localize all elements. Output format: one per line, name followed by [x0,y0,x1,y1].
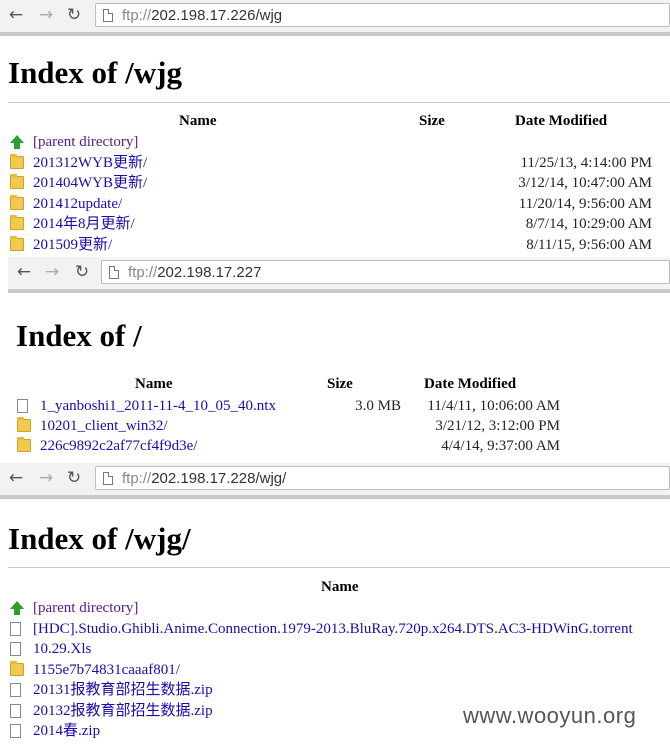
file-name-link[interactable]: 201312WYB更新/ [33,153,147,173]
file-icon [10,621,21,636]
up-arrow-icon [10,601,24,615]
page-icon [103,472,113,485]
file-name-link[interactable]: 226c9892c2af77cf4f9d3e/ [40,436,197,456]
file-icon [10,724,21,738]
browser-toolbar: ← → ↻ ftp://202.198.17.226/wjg [0,0,670,36]
date-modified: 8/7/14, 10:29:00 AM [525,216,652,232]
browser-window-2: ← → ↻ ftp://202.198.17.227 Index of / Na… [0,257,670,463]
column-header-date[interactable]: Date Modified [424,376,516,393]
address-protocol: ftp:// [122,7,152,24]
folder-icon [10,153,24,169]
list-item[interactable]: 2014年8月更新/8/7/14, 10:29:00 AM [10,214,660,234]
address-host: 202.198.17.226/wjg [151,7,283,24]
column-header-size[interactable]: Size [419,113,445,130]
list-item[interactable]: [HDC].Studio.Ghibli.Anime.Connection.197… [10,619,670,639]
file-name-link[interactable]: 201412update/ [33,194,122,214]
address-bar[interactable]: ftp://202.198.17.227 [101,260,670,284]
file-name-link[interactable]: 201404WYB更新/ [33,173,147,193]
file-name-link[interactable]: [HDC].Studio.Ghibli.Anime.Connection.197… [33,619,633,639]
forward-arrow-icon[interactable]: → [36,5,56,25]
date-modified: 3/21/12, 3:12:00 PM [435,418,560,434]
reload-icon[interactable]: ↻ [72,262,92,282]
file-name-link[interactable]: 1155e7b74831caaaf801/ [33,660,180,680]
file-name-link[interactable]: 20132报教育部招生数据.zip [33,701,213,721]
list-item[interactable]: 201509更新/8/11/15, 9:56:00 AM [10,235,660,255]
page-icon [103,9,113,22]
column-header-size[interactable]: Size [327,376,353,393]
forward-arrow-icon[interactable]: → [42,262,62,282]
page-title: Index of /wjg/ [8,521,191,556]
file-name-link[interactable]: 2014春.zip [33,721,100,741]
back-arrow-icon[interactable]: ← [6,468,26,488]
address-protocol: ftp:// [122,470,152,487]
folder-icon [10,660,24,676]
back-arrow-icon[interactable]: ← [14,262,34,282]
date-modified: 11/25/13, 4:14:00 PM [520,154,652,171]
address-host: 202.198.17.227 [157,264,262,281]
address-bar[interactable]: ftp://202.198.17.228/wjg/ [95,466,670,490]
reload-icon[interactable]: ↻ [64,5,84,25]
list-item[interactable]: [parent directory] [10,132,660,152]
file-name-link[interactable]: [parent directory] [33,132,138,152]
file-name-link[interactable]: 2014年8月更新/ [33,214,135,234]
file-name-link[interactable]: 10201_client_win32/ [40,416,168,436]
folder-icon [17,437,31,452]
column-header-name[interactable]: Name [321,579,359,596]
back-arrow-icon[interactable]: ← [6,5,26,25]
list-item[interactable]: 226c9892c2af77cf4f9d3e/4/4/14, 9:37:00 A… [17,436,667,456]
column-header-date[interactable]: Date Modified [515,113,607,130]
divider [8,567,670,568]
date-modified: 3/12/14, 10:47:00 AM [518,175,652,191]
list-item[interactable]: 1155e7b74831caaaf801/ [10,660,670,680]
folder-icon [10,174,24,189]
page-title: Index of / [16,318,142,353]
address-protocol: ftp:// [128,264,158,281]
address-host: 202.198.17.228/wjg/ [151,470,287,487]
list-item[interactable]: 10201_client_win32/3/21/12, 3:12:00 PM [17,416,667,436]
file-icon [10,703,21,718]
file-icon [10,642,21,656]
date-modified: 4/4/14, 9:37:00 AM [441,438,560,454]
file-icon [17,399,28,413]
file-size: 3.0 MB [355,398,401,414]
file-icon [10,683,21,697]
browser-toolbar: ← → ↻ ftp://202.198.17.228/wjg/ [0,463,670,499]
list-item[interactable]: 201404WYB更新/3/12/14, 10:47:00 AM [10,173,660,193]
file-name-link[interactable]: 201509更新/ [33,235,112,255]
browser-window-1: ← → ↻ ftp://202.198.17.226/wjg Index of … [0,0,670,257]
file-name-link[interactable]: 10.29.Xls [33,639,91,659]
list-item[interactable]: 10.29.Xls [10,639,670,659]
browser-toolbar: ← → ↻ ftp://202.198.17.227 [8,257,670,293]
list-item[interactable]: 1_yanboshi1_2011-11-4_10_05_40.ntx 3.0 MB… [17,396,667,416]
date-modified: 11/4/11, 10:06:00 AM [427,398,560,414]
column-header-name[interactable]: Name [179,113,217,130]
up-arrow-icon [10,135,24,149]
reload-icon[interactable]: ↻ [64,468,84,488]
file-name-link[interactable]: 1_yanboshi1_2011-11-4_10_05_40.ntx [40,396,276,416]
forward-arrow-icon[interactable]: → [36,468,56,488]
column-header-name[interactable]: Name [135,376,173,393]
folder-icon [10,235,24,251]
divider [8,102,670,103]
page-icon [109,266,119,279]
address-bar[interactable]: ftp://202.198.17.226/wjg [95,3,670,27]
folder-icon [17,417,31,432]
folder-icon [10,215,24,230]
file-name-link[interactable]: [parent directory] [33,598,138,618]
page-title: Index of /wjg [8,55,182,90]
list-item[interactable]: 201412update/11/20/14, 9:56:00 AM [10,194,660,214]
list-item[interactable]: [parent directory] [10,598,670,618]
list-item[interactable]: 201312WYB更新/11/25/13, 4:14:00 PM [10,153,660,173]
watermark-text: www.wooyun.org [463,703,637,728]
date-modified: 8/11/15, 9:56:00 AM [526,236,652,253]
file-name-link[interactable]: 20131报教育部招生数据.zip [33,680,213,700]
date-modified: 11/20/14, 9:56:00 AM [518,195,652,212]
folder-icon [10,194,24,210]
list-item[interactable]: 20131报教育部招生数据.zip [10,680,670,700]
